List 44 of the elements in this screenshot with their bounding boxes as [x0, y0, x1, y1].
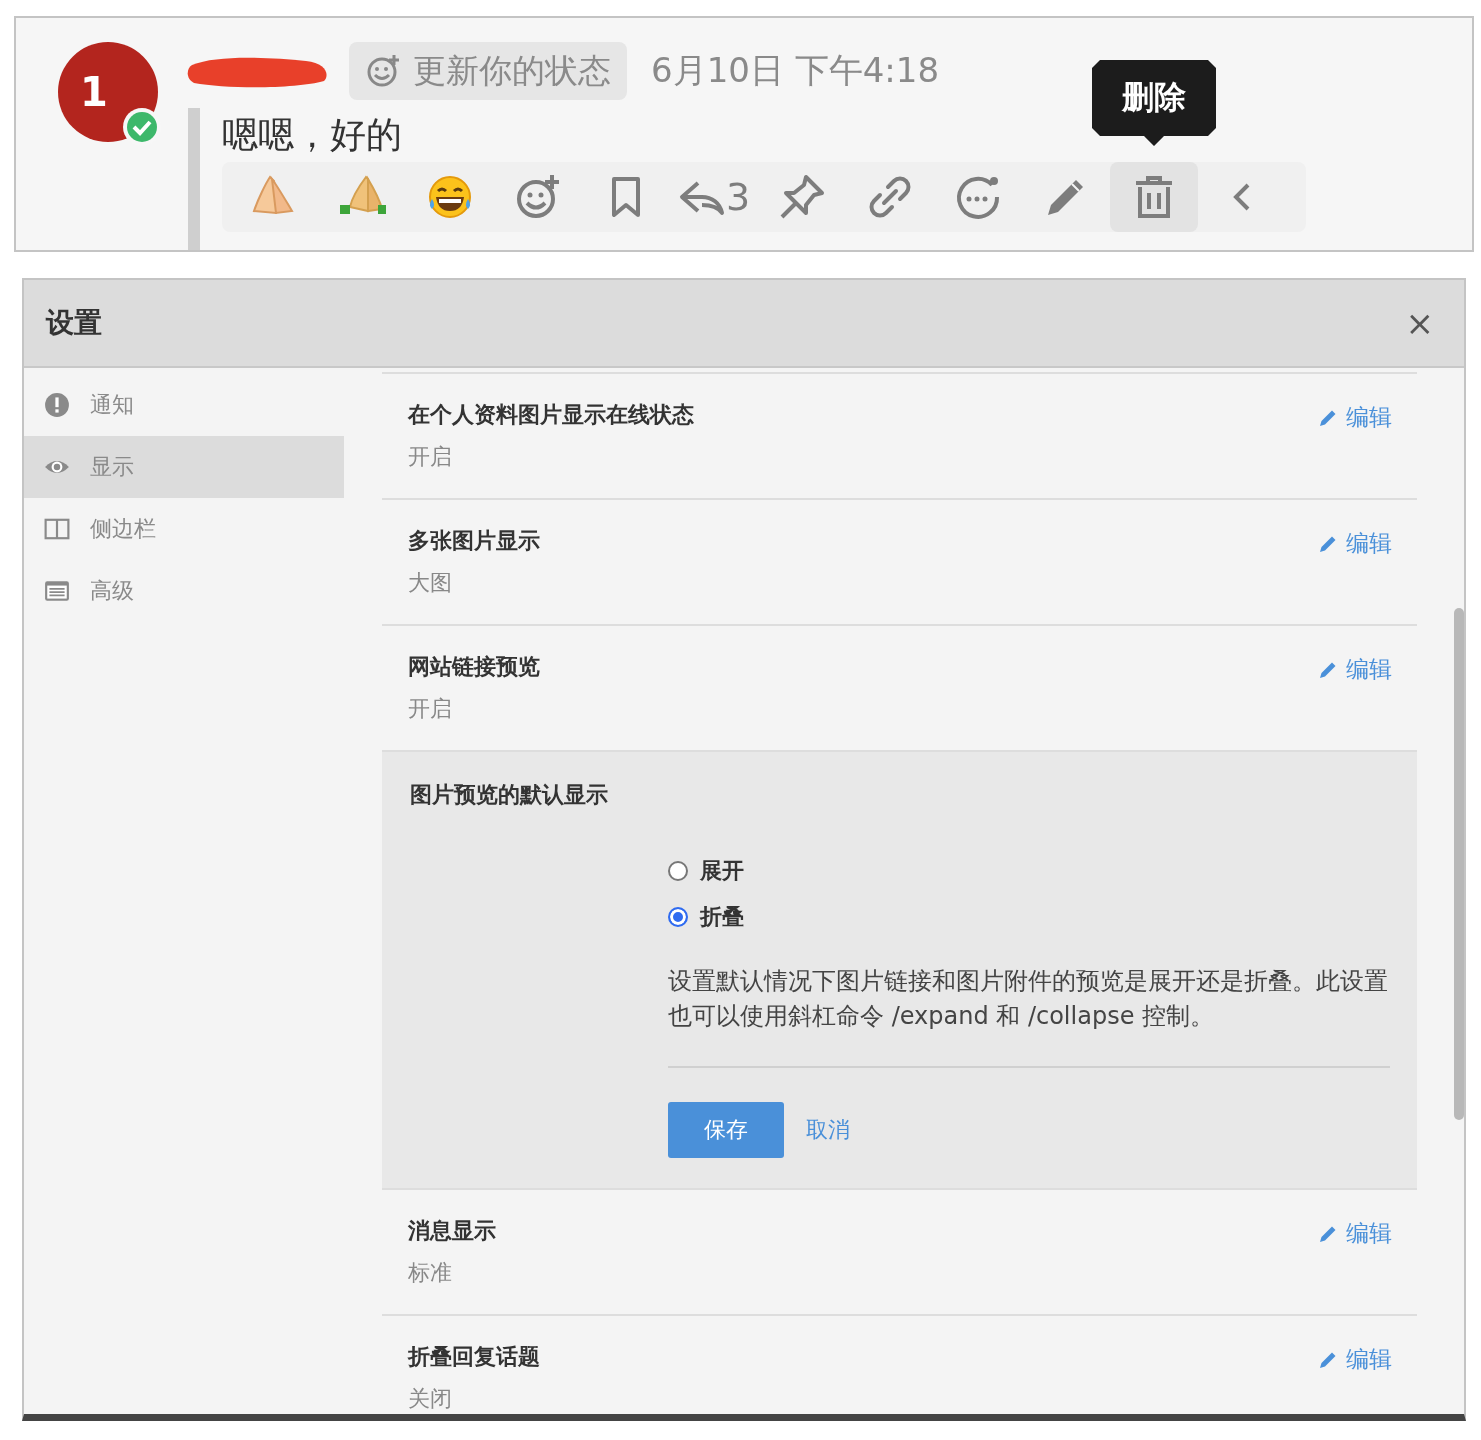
- edit-link[interactable]: 编辑: [1318, 528, 1392, 559]
- setting-title: 消息显示: [408, 1217, 496, 1245]
- update-status-button[interactable]: 更新你的状态: [349, 42, 627, 100]
- dialog-title: 设置: [46, 305, 102, 341]
- setting-title: 折叠回复话题: [408, 1343, 540, 1371]
- edit-link[interactable]: 编辑: [1318, 1218, 1392, 1249]
- close-button[interactable]: ×: [1405, 303, 1434, 343]
- radio-button[interactable]: [668, 861, 688, 881]
- chevron-left-icon: [1233, 182, 1251, 212]
- avatar: 1: [58, 42, 158, 142]
- alert-icon: [44, 392, 70, 418]
- sidebar-item[interactable]: 高级: [24, 560, 344, 622]
- tooltip: 删除: [1092, 60, 1216, 146]
- smiley-add-icon: [365, 53, 401, 89]
- edit-link[interactable]: 编辑: [1318, 402, 1392, 433]
- reply-button[interactable]: 3: [670, 162, 758, 232]
- setting-value: 标准: [408, 1259, 453, 1287]
- laughing-face-icon: [426, 173, 474, 221]
- sidebar-item[interactable]: 通知: [24, 374, 344, 436]
- scrollbar-thumb[interactable]: [1454, 608, 1464, 1120]
- setting-value: 开启: [408, 443, 453, 471]
- edit-link[interactable]: 编辑: [1318, 1344, 1392, 1375]
- save-button[interactable]: 保存: [668, 1102, 784, 1158]
- option-label: 展开: [700, 857, 744, 885]
- setting-title: 在个人资料图片显示在线状态: [408, 401, 694, 429]
- edit-link[interactable]: 编辑: [1318, 654, 1392, 685]
- sidebar-item[interactable]: 侧边栏: [24, 498, 344, 560]
- setting-title: 网站链接预览: [408, 653, 540, 681]
- setting-value: 大图: [408, 569, 453, 597]
- add-reaction-icon: [514, 173, 562, 221]
- setting-value: 开启: [408, 695, 453, 723]
- pin-icon: [778, 173, 826, 221]
- timestamp: 6月10日 下午4:18: [651, 49, 940, 92]
- option-label: 折叠: [700, 903, 744, 931]
- setting-value: 关闭: [408, 1385, 453, 1413]
- message-text: 嗯嗯，好的: [222, 113, 403, 157]
- setting-title: 图片预览的默认显示: [410, 781, 609, 809]
- radio-button[interactable]: [668, 907, 688, 927]
- columns-icon: [44, 516, 70, 542]
- sidebar-item[interactable]: 显示: [24, 436, 344, 498]
- setting-title: 多张图片显示: [408, 527, 540, 555]
- list-icon: [44, 578, 70, 604]
- setting-description: 设置默认情况下图片链接和图片附件的预览是展开还是折叠。此设置也可以使用斜杠命令 /expand 和 /collapse 控制。: [668, 966, 1389, 1032]
- cancel-link[interactable]: 取消: [806, 1115, 850, 1145]
